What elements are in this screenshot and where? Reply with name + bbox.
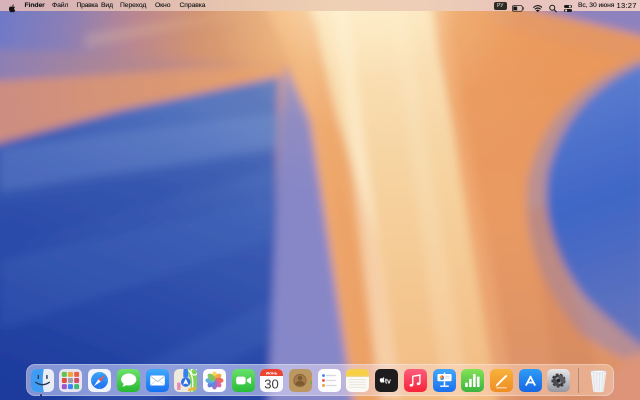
svg-text:tv: tv: [385, 379, 391, 386]
svg-text:30: 30: [265, 377, 280, 392]
svg-text:ИЮНЬ: ИЮНЬ: [266, 372, 278, 376]
